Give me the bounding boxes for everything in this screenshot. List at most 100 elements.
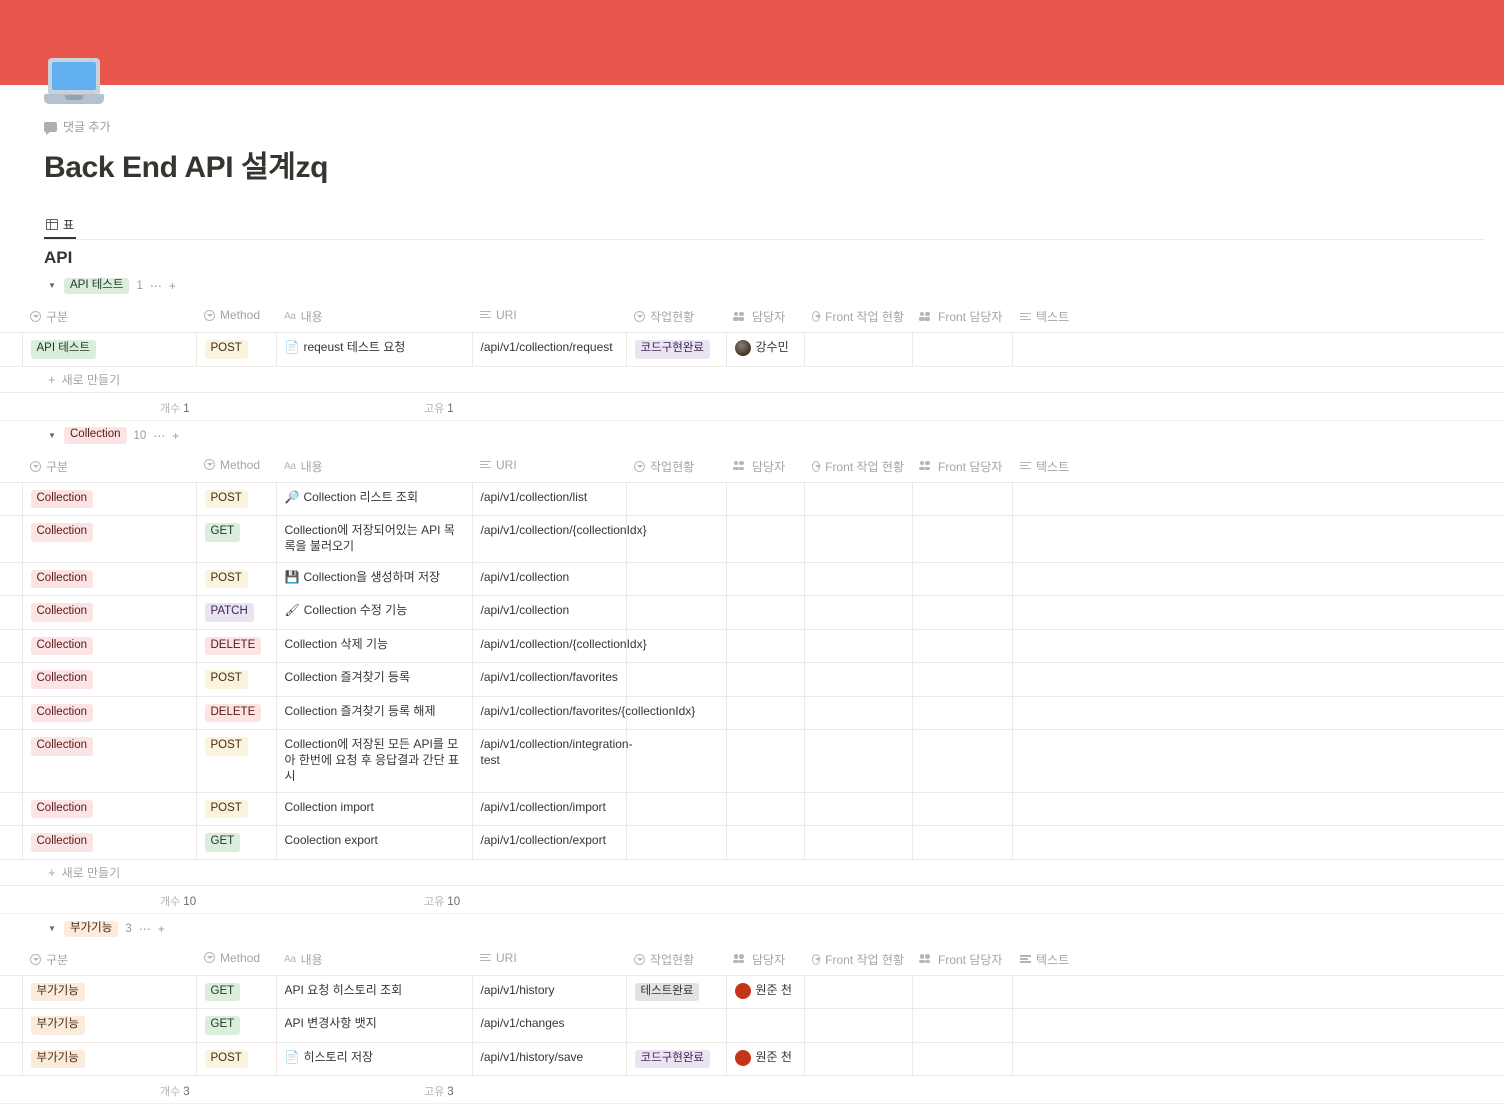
table-row[interactable]: Collection POST Collection에 저장된 모든 API를 모아… [0, 729, 1504, 793]
cell-front-owner[interactable] [912, 825, 1013, 860]
column-header-text[interactable]: 텍스트 [1012, 450, 1504, 483]
cell-front-status[interactable] [804, 515, 913, 563]
cell-status[interactable] [626, 595, 727, 630]
cell-status[interactable] [626, 662, 727, 697]
summary-unique[interactable]: 고유 1 [424, 400, 454, 416]
cell-front-owner[interactable] [912, 662, 1013, 697]
table-row[interactable]: Collection POST Collection 즐겨찾기 등록/api/v1/… [0, 662, 1504, 697]
table-row[interactable]: Collection GET Collection에 저장되어있는 API 목록을 … [0, 515, 1504, 563]
group-tag[interactable]: 부가기능 [64, 920, 119, 938]
cell-status[interactable] [626, 825, 727, 860]
column-header-text[interactable]: 텍스트 [1012, 301, 1504, 333]
cell-status[interactable]: 코드구현완료 [626, 332, 727, 367]
cell-front-owner[interactable] [912, 629, 1013, 664]
column-header-fstat[interactable]: Front 작업 현황 [804, 301, 912, 333]
column-header-method[interactable]: Method [196, 301, 276, 333]
cell-front-status[interactable] [804, 825, 913, 860]
cell-front-owner[interactable] [912, 482, 1013, 517]
group-add-button[interactable]: + [169, 280, 176, 292]
cell-naeyong[interactable]: 🔎 Collection 리스트 조회 [276, 482, 473, 517]
cell-gubun[interactable]: 부가기능 [22, 1008, 197, 1043]
cell-method[interactable]: DELETE [196, 696, 277, 731]
cell-front-owner[interactable] [912, 332, 1013, 367]
cell-uri[interactable]: /api/v1/history [472, 975, 627, 1010]
column-header-owner[interactable]: 담당자 [726, 450, 804, 483]
cell-uri[interactable]: /api/v1/collection/{collectionIdx} [472, 629, 647, 664]
cell-method[interactable]: POST [196, 482, 277, 517]
cell-method[interactable]: DELETE [196, 629, 277, 664]
cell-uri[interactable]: /api/v1/collection/favorites/{collection… [472, 696, 695, 731]
cell-uri[interactable]: /api/v1/collection/{collectionIdx} [472, 515, 647, 563]
column-header-naeyong[interactable]: Aa 내용 [276, 301, 472, 333]
cell-front-owner[interactable] [912, 1042, 1013, 1077]
cell-gubun[interactable]: Collection [22, 729, 197, 793]
cell-owner[interactable] [726, 729, 805, 793]
table-row[interactable]: Collection GET Coolection export/api/v1/co… [0, 825, 1504, 860]
column-header-naeyong[interactable]: Aa 내용 [276, 450, 472, 483]
column-header-gubun[interactable]: 구분 [22, 943, 196, 976]
cell-front-status[interactable] [804, 696, 913, 731]
column-header-owner[interactable]: 담당자 [726, 943, 804, 976]
group-menu-button[interactable]: ⋯ [139, 923, 151, 935]
cell-front-owner[interactable] [912, 729, 1013, 793]
column-header-uri[interactable]: URI [472, 301, 626, 333]
cell-gubun[interactable]: Collection [22, 792, 197, 827]
cell-front-status[interactable] [804, 1008, 913, 1043]
cell-owner[interactable]: 원준 천 [726, 975, 805, 1010]
cell-method[interactable]: PATCH [196, 595, 277, 630]
cell-text[interactable] [1012, 515, 1504, 563]
cell-method[interactable]: GET [196, 825, 277, 860]
cell-method[interactable]: GET [196, 1008, 277, 1043]
summary-unique[interactable]: 고유 10 [424, 893, 460, 909]
group-add-button[interactable]: + [158, 923, 165, 935]
column-header-status[interactable]: 작업현황 [626, 301, 726, 333]
cell-uri[interactable]: /api/v1/collection/favorites [472, 662, 627, 697]
column-header-text[interactable]: 텍스트 [1012, 943, 1504, 976]
cell-uri[interactable]: /api/v1/history/save [472, 1042, 627, 1077]
cell-text[interactable] [1012, 975, 1504, 1010]
cell-front-owner[interactable] [912, 515, 1013, 563]
cell-status[interactable] [626, 1008, 727, 1043]
column-header-method[interactable]: Method [196, 943, 276, 976]
cell-gubun[interactable]: 부가기능 [22, 1042, 197, 1077]
cell-naeyong[interactable]: 🖌 Collection 수정 기능 [276, 595, 473, 630]
cell-text[interactable] [1012, 1008, 1504, 1043]
table-row[interactable]: Collection POST 💾 Collection을 생성하며 저장/api/v… [0, 562, 1504, 597]
column-header-owner[interactable]: 담당자 [726, 301, 804, 333]
summary-count[interactable]: 개수 1 [160, 400, 190, 416]
cell-gubun[interactable]: API 테스트 [22, 332, 197, 367]
table-row[interactable]: API 테스트 POST 📄 reqeust 테스트 요청/api/v1/collec… [0, 332, 1504, 367]
cell-naeyong[interactable]: API 요청 히스토리 조회 [276, 975, 473, 1010]
cell-gubun[interactable]: Collection [22, 562, 197, 597]
cell-gubun[interactable]: Collection [22, 696, 197, 731]
column-header-status[interactable]: 작업현황 [626, 943, 726, 976]
cell-owner[interactable] [726, 482, 805, 517]
cell-front-status[interactable] [804, 482, 913, 517]
cell-front-status[interactable] [804, 595, 913, 630]
cell-naeyong[interactable]: 📄 히스토리 저장 [276, 1042, 473, 1077]
new-row-button[interactable]: + 새로 만들기 [0, 860, 1504, 886]
cell-naeyong[interactable]: Collection에 저장되어있는 API 목록을 불러오기 [276, 515, 473, 563]
cell-front-status[interactable] [804, 662, 913, 697]
cell-owner[interactable] [726, 696, 805, 731]
cell-text[interactable] [1012, 562, 1504, 597]
summary-unique[interactable]: 고유 3 [424, 1083, 454, 1099]
table-row[interactable]: Collection POST 🔎 Collection 리스트 조회/api/v1/… [0, 482, 1504, 517]
cell-text[interactable] [1012, 595, 1504, 630]
cell-front-status[interactable] [804, 792, 913, 827]
tab-table[interactable]: 표 [44, 214, 77, 239]
cell-front-owner[interactable] [912, 792, 1013, 827]
summary-count[interactable]: 개수 3 [160, 1083, 190, 1099]
cell-front-owner[interactable] [912, 696, 1013, 731]
table-row[interactable]: Collection DELETE Collection 즐겨찾기 등록 해제/ap… [0, 696, 1504, 731]
cell-owner[interactable]: 강수민 [726, 332, 805, 367]
cell-method[interactable]: GET [196, 975, 277, 1010]
cell-method[interactable]: POST [196, 562, 277, 597]
table-row[interactable]: 부가기능 GET API 변경사항 뱃지/api/v1/changes [0, 1008, 1504, 1043]
cell-naeyong[interactable]: Collection 즐겨찾기 등록 해제 [276, 696, 473, 731]
cell-naeyong[interactable]: API 변경사항 뱃지 [276, 1008, 473, 1043]
table-row[interactable]: Collection DELETE Collection 삭제 기능/api/v1/… [0, 629, 1504, 664]
column-header-uri[interactable]: URI [472, 943, 626, 976]
cell-gubun[interactable]: Collection [22, 662, 197, 697]
cell-uri[interactable]: /api/v1/collection/request [472, 332, 627, 367]
